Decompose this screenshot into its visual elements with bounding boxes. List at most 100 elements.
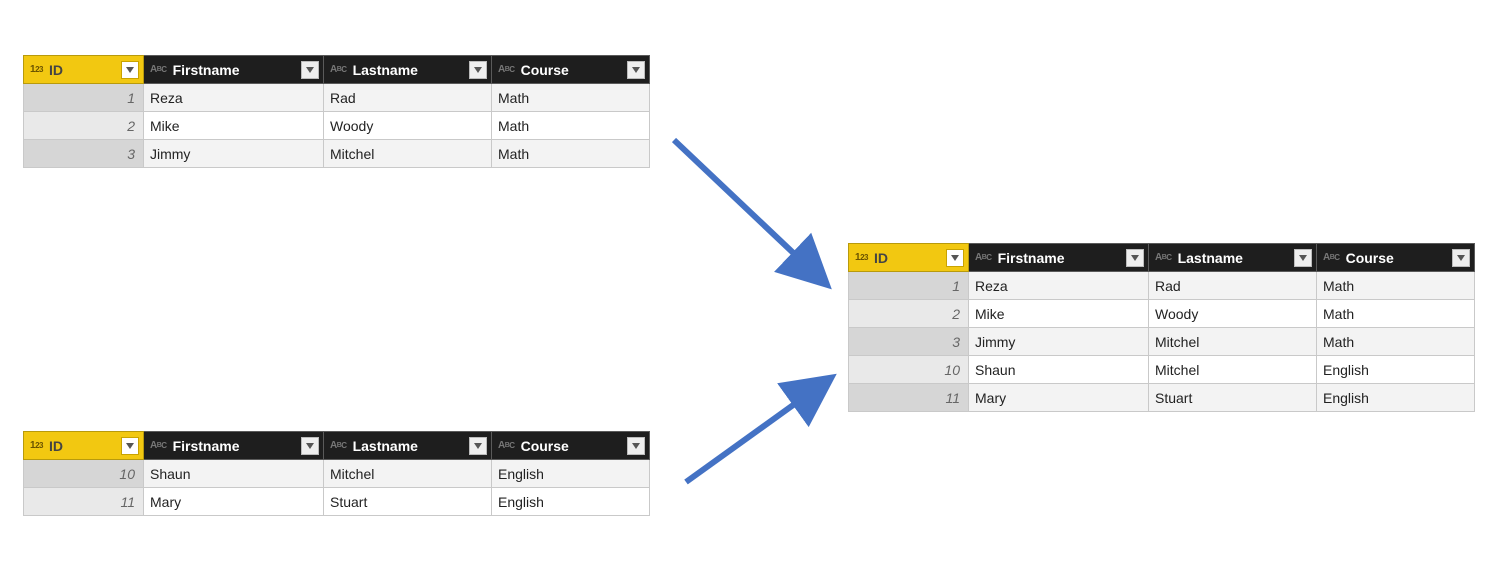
column-filter-button[interactable]	[469, 61, 487, 79]
cell-course: Math	[492, 112, 650, 140]
cell-firstname: Reza	[969, 272, 1149, 300]
cell-course: English	[1317, 384, 1475, 412]
arrow-top-to-result	[666, 132, 836, 292]
arrow-bottom-to-result	[678, 370, 838, 490]
cell-lastname: Mitchel	[1149, 328, 1317, 356]
type-text-icon: ABC	[1323, 253, 1340, 263]
header-row: 123 ID ABC Firstname ABC Lastname ABC Course	[849, 244, 1475, 272]
column-label: Lastname	[1178, 250, 1243, 266]
cell-id: 11	[24, 488, 144, 516]
cell-id: 3	[24, 140, 144, 168]
type-text-icon: ABC	[1155, 253, 1172, 263]
cell-firstname: Reza	[144, 84, 324, 112]
cell-course: Math	[492, 84, 650, 112]
column-header-id[interactable]: 123 ID	[24, 432, 144, 460]
cell-id: 3	[849, 328, 969, 356]
column-filter-button[interactable]	[1294, 249, 1312, 267]
type-text-icon: ABC	[498, 441, 515, 451]
type-text-icon: ABC	[150, 441, 167, 451]
column-filter-button[interactable]	[301, 61, 319, 79]
table-row: 10ShaunMitchelEnglish	[24, 460, 650, 488]
cell-id: 10	[24, 460, 144, 488]
cell-id: 1	[849, 272, 969, 300]
cell-lastname: Mitchel	[324, 140, 492, 168]
cell-course: English	[492, 460, 650, 488]
column-label: Course	[521, 438, 569, 454]
table-row: 2MikeWoodyMath	[849, 300, 1475, 328]
source-table-top: 123 ID ABC Firstname ABC Lastname ABC Course 1Re…	[23, 55, 650, 168]
column-label: Firstname	[173, 62, 240, 78]
source-table-bottom: 123IDABCFirstnameABCLastnameABCCourse10S…	[23, 431, 650, 516]
column-header-first[interactable]: ABCFirstname	[144, 432, 324, 460]
column-label: ID	[874, 250, 888, 266]
cell-firstname: Mary	[144, 488, 324, 516]
table-row: 11MaryStuartEnglish	[24, 488, 650, 516]
type-int-icon: 123	[30, 441, 43, 451]
cell-id: 2	[849, 300, 969, 328]
column-filter-button[interactable]	[301, 437, 319, 455]
column-label: Lastname	[353, 438, 418, 454]
type-text-icon: ABC	[330, 441, 347, 451]
table-row: 2MikeWoodyMath	[24, 112, 650, 140]
column-filter-button[interactable]	[121, 61, 139, 79]
column-filter-button[interactable]	[627, 437, 645, 455]
cell-id: 11	[849, 384, 969, 412]
type-int-icon: 123	[30, 65, 43, 75]
table-row: 11MaryStuartEnglish	[849, 384, 1475, 412]
column-filter-button[interactable]	[946, 249, 964, 267]
column-header-last[interactable]: ABC Lastname	[324, 432, 492, 460]
cell-course: English	[1317, 356, 1475, 384]
header-row: 123 ID ABC Firstname ABC Lastname ABC Course	[24, 56, 650, 84]
column-header-course[interactable]: ABC Course	[1317, 244, 1475, 272]
cell-lastname: Woody	[324, 112, 492, 140]
column-header-course[interactable]: ABC Course	[492, 56, 650, 84]
cell-firstname: Mary	[969, 384, 1149, 412]
cell-course: Math	[1317, 328, 1475, 356]
column-label: Course	[1346, 250, 1394, 266]
column-filter-button[interactable]	[121, 437, 139, 455]
result-table: 123 ID ABC Firstname ABC Lastname ABC Course 1Re…	[848, 243, 1475, 412]
column-filter-button[interactable]	[627, 61, 645, 79]
type-text-icon: ABC	[975, 253, 992, 263]
cell-firstname: Mike	[144, 112, 324, 140]
cell-firstname: Jimmy	[144, 140, 324, 168]
table-row: 1RezaRadMath	[849, 272, 1475, 300]
cell-firstname: Shaun	[969, 356, 1149, 384]
cell-lastname: Rad	[324, 84, 492, 112]
cell-lastname: Rad	[1149, 272, 1317, 300]
column-header-id[interactable]: 123 ID	[849, 244, 969, 272]
type-text-icon: ABC	[330, 65, 347, 75]
cell-lastname: Stuart	[1149, 384, 1317, 412]
cell-lastname: Stuart	[324, 488, 492, 516]
column-header-first[interactable]: ABC Firstname	[144, 56, 324, 84]
column-label: Lastname	[353, 62, 418, 78]
table-row: 3JimmyMitchelMath	[849, 328, 1475, 356]
cell-course: Math	[1317, 272, 1475, 300]
column-header-course[interactable]: ABC Course	[492, 432, 650, 460]
type-text-icon: ABC	[498, 65, 515, 75]
cell-course: English	[492, 488, 650, 516]
column-filter-button[interactable]	[1126, 249, 1144, 267]
column-filter-button[interactable]	[1452, 249, 1470, 267]
column-label: Firstname	[998, 250, 1065, 266]
column-filter-button[interactable]	[469, 437, 487, 455]
cell-lastname: Woody	[1149, 300, 1317, 328]
cell-firstname: Mike	[969, 300, 1149, 328]
cell-lastname: Mitchel	[324, 460, 492, 488]
column-label: ID	[49, 62, 63, 78]
column-label: ID	[49, 438, 63, 454]
column-header-last[interactable]: ABC Lastname	[324, 56, 492, 84]
cell-firstname: Jimmy	[969, 328, 1149, 356]
column-header-first[interactable]: ABC Firstname	[969, 244, 1149, 272]
type-int-icon: 123	[855, 253, 868, 263]
table-row: 1RezaRadMath	[24, 84, 650, 112]
cell-lastname: Mitchel	[1149, 356, 1317, 384]
table-row: 10ShaunMitchelEnglish	[849, 356, 1475, 384]
column-header-last[interactable]: ABC Lastname	[1149, 244, 1317, 272]
column-header-id[interactable]: 123 ID	[24, 56, 144, 84]
type-text-icon: ABC	[150, 65, 167, 75]
column-label: Course	[521, 62, 569, 78]
diagram-stage: 123IDABCFirstnameABCLastnameABCCourse1Re…	[0, 0, 1505, 580]
cell-course: Math	[492, 140, 650, 168]
cell-id: 2	[24, 112, 144, 140]
